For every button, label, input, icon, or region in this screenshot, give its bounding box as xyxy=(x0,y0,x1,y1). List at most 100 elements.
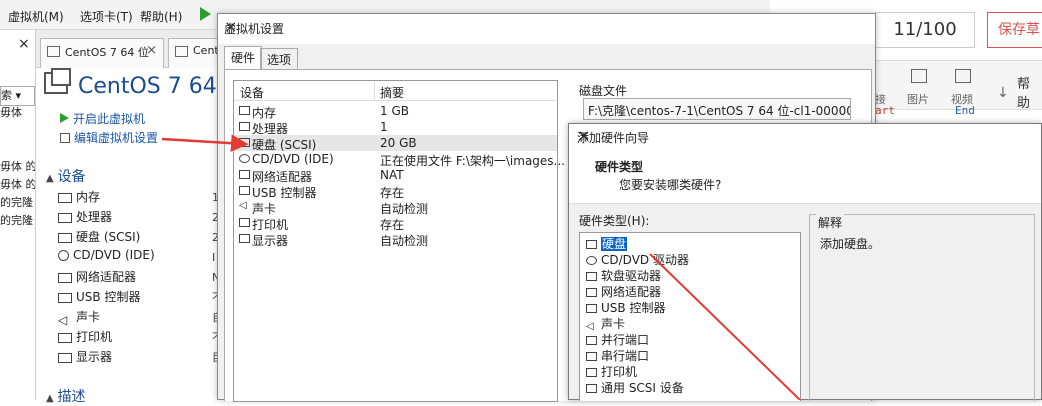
usb-icon xyxy=(58,292,72,303)
image-icon[interactable] xyxy=(911,69,927,83)
device-printer[interactable]: 打印机 xyxy=(58,328,112,348)
disk-icon xyxy=(58,232,72,243)
list-item-printer[interactable]: 打印机 xyxy=(586,363,637,379)
table-row[interactable]: CD/DVD (IDE) 正在使用文件 F:\架构一\images... xyxy=(234,151,565,168)
edit-settings-label: 编辑虚拟机设置 xyxy=(74,131,159,145)
edit-icon xyxy=(60,133,70,143)
monitor-icon xyxy=(58,352,72,363)
menu-tabs[interactable]: 选项卡(T) xyxy=(80,8,133,25)
device-label: 显示器 xyxy=(76,350,113,364)
list-item-label: 并行端口 xyxy=(601,333,650,347)
device-label: 声卡 xyxy=(76,310,101,324)
list-item-parallel[interactable]: 并行端口 xyxy=(586,331,649,347)
device-label: 网络适配器 xyxy=(76,270,137,284)
tab-hardware[interactable]: 硬件 xyxy=(224,46,263,70)
download-icon[interactable]: ↓ xyxy=(997,85,1009,101)
table-row[interactable]: 显示器 自动检测 xyxy=(234,231,557,248)
list-item-cdrom[interactable]: CD/DVD 驱动器 xyxy=(586,251,689,267)
device-label: USB 控制器 xyxy=(76,290,141,304)
power-on-action[interactable]: 开启此虚拟机 xyxy=(60,110,145,127)
tab-label: Cent xyxy=(193,44,219,57)
printer-icon xyxy=(58,332,72,343)
list-item-label: 软盘驱动器 xyxy=(601,269,662,283)
device-label: 打印机 xyxy=(76,330,113,344)
tab-options[interactable]: 选项 xyxy=(260,48,299,69)
cpu-icon xyxy=(58,212,72,223)
play-icon[interactable] xyxy=(200,7,211,21)
list-item-scsi[interactable]: 通用 SCSI 设备 xyxy=(586,379,684,395)
library-fragment: 毋体 的 xyxy=(0,178,35,191)
code-keyword: End xyxy=(955,104,975,117)
row-summary: 1 xyxy=(380,120,388,134)
disk-file-field[interactable]: F:\克隆\centos-7-1\CentOS 7 64 位-cl1-00000… xyxy=(583,98,851,120)
table-row[interactable]: USB 控制器 存在 xyxy=(234,183,557,200)
network-icon xyxy=(586,288,597,297)
disk-icon xyxy=(239,138,250,147)
wizard-subheading: 您要安装哪类硬件? xyxy=(619,178,722,192)
list-item-disk[interactable]: 硬盘 xyxy=(586,235,628,251)
printer-icon xyxy=(239,218,250,227)
help-label[interactable]: 帮助 xyxy=(1017,73,1042,111)
word-counter: 11/100 xyxy=(875,12,975,48)
column-divider xyxy=(374,81,375,101)
device-usb[interactable]: USB 控制器 xyxy=(58,288,140,308)
speaker-icon: ◁ xyxy=(239,200,247,211)
printer-icon xyxy=(586,368,597,377)
table-row[interactable]: 网络适配器 NAT xyxy=(234,167,557,184)
cdrom-icon xyxy=(586,256,597,265)
device-display[interactable]: 显示器 xyxy=(58,348,112,368)
description-section-header[interactable]: ▲ 描述 xyxy=(46,386,86,406)
list-item-usb[interactable]: USB 控制器 xyxy=(586,299,665,315)
row-device: CD/DVD (IDE) xyxy=(252,152,334,166)
column-summary[interactable]: 摘要 xyxy=(380,84,404,101)
vm-icon xyxy=(47,46,60,57)
device-cpu[interactable]: 处理器 xyxy=(58,208,112,228)
hardware-table: 设备 摘要 内存 1 GB 处理器 1 硬盘 (SCSI) 20 GB CD/DVD … xyxy=(233,80,565,402)
library-dropdown[interactable]: 索 ▾ xyxy=(0,86,35,106)
table-row[interactable]: 打印机 存在 xyxy=(234,215,557,232)
library-fragment: 毋体 xyxy=(0,106,22,119)
list-item-sound[interactable]: ◁ 声卡 xyxy=(586,315,625,332)
device-memory[interactable]: 内存 xyxy=(58,188,100,208)
device-disk[interactable]: 硬盘 (SCSI) xyxy=(58,228,140,248)
tab-centos[interactable]: CentOS 7 64 位 × xyxy=(40,38,164,68)
monitor-icon xyxy=(239,234,250,243)
menu-help[interactable]: 帮助(H) xyxy=(140,8,182,25)
row-summary: 20 GB xyxy=(380,136,417,150)
table-row[interactable]: 处理器 1 xyxy=(234,119,557,136)
explanation-text: 添加硬盘。 xyxy=(820,237,881,251)
table-row[interactable]: ◁ 声卡 自动检测 xyxy=(234,199,557,216)
column-device[interactable]: 设备 xyxy=(240,84,264,101)
collapse-icon: ▲ xyxy=(46,173,54,184)
close-icon[interactable]: × xyxy=(146,43,157,58)
list-item-network[interactable]: 网络适配器 xyxy=(586,283,661,299)
list-item-serial[interactable]: 串行端口 xyxy=(586,347,649,363)
video-icon[interactable] xyxy=(955,69,971,83)
power-on-label: 开启此虚拟机 xyxy=(73,112,146,126)
dropdown-text: 索 xyxy=(1,89,12,102)
wizard-heading: 硬件类型 xyxy=(595,160,644,174)
menu-vm[interactable]: 虚拟机(M) xyxy=(8,8,64,25)
close-icon[interactable]: × xyxy=(18,36,30,52)
table-row-selected[interactable]: 硬盘 (SCSI) 20 GB xyxy=(234,135,557,152)
close-icon[interactable]: × xyxy=(224,17,865,36)
row-summary: NAT xyxy=(380,168,404,182)
devices-section-header[interactable]: ▲ 设备 xyxy=(46,166,86,186)
close-icon[interactable]: × xyxy=(577,126,1031,145)
usb-icon xyxy=(239,186,250,195)
device-sound[interactable]: ◁ 声卡 xyxy=(58,308,100,328)
table-row[interactable]: 内存 1 GB xyxy=(234,103,557,120)
add-hardware-wizard: 添加硬件向导 × 硬件类型 您要安装哪类硬件? 硬件类型(H): 硬盘 CD/D… xyxy=(568,123,1042,401)
list-item-floppy[interactable]: 软盘驱动器 xyxy=(586,267,661,283)
save-draft-button[interactable]: 保存草 xyxy=(987,12,1042,48)
list-item-label: 打印机 xyxy=(601,365,638,379)
description-heading: 描述 xyxy=(57,389,86,405)
device-network[interactable]: 网络适配器 xyxy=(58,268,136,288)
cdrom-icon xyxy=(239,154,250,163)
edit-settings-action[interactable]: 编辑虚拟机设置 xyxy=(60,129,158,146)
speaker-icon: ◁ xyxy=(58,312,68,327)
parallel-port-icon xyxy=(586,336,597,345)
row-summary: 1 GB xyxy=(380,104,409,118)
device-cdrom[interactable]: CD/DVD (IDE) xyxy=(58,248,155,268)
list-item-label: 网络适配器 xyxy=(601,285,662,299)
